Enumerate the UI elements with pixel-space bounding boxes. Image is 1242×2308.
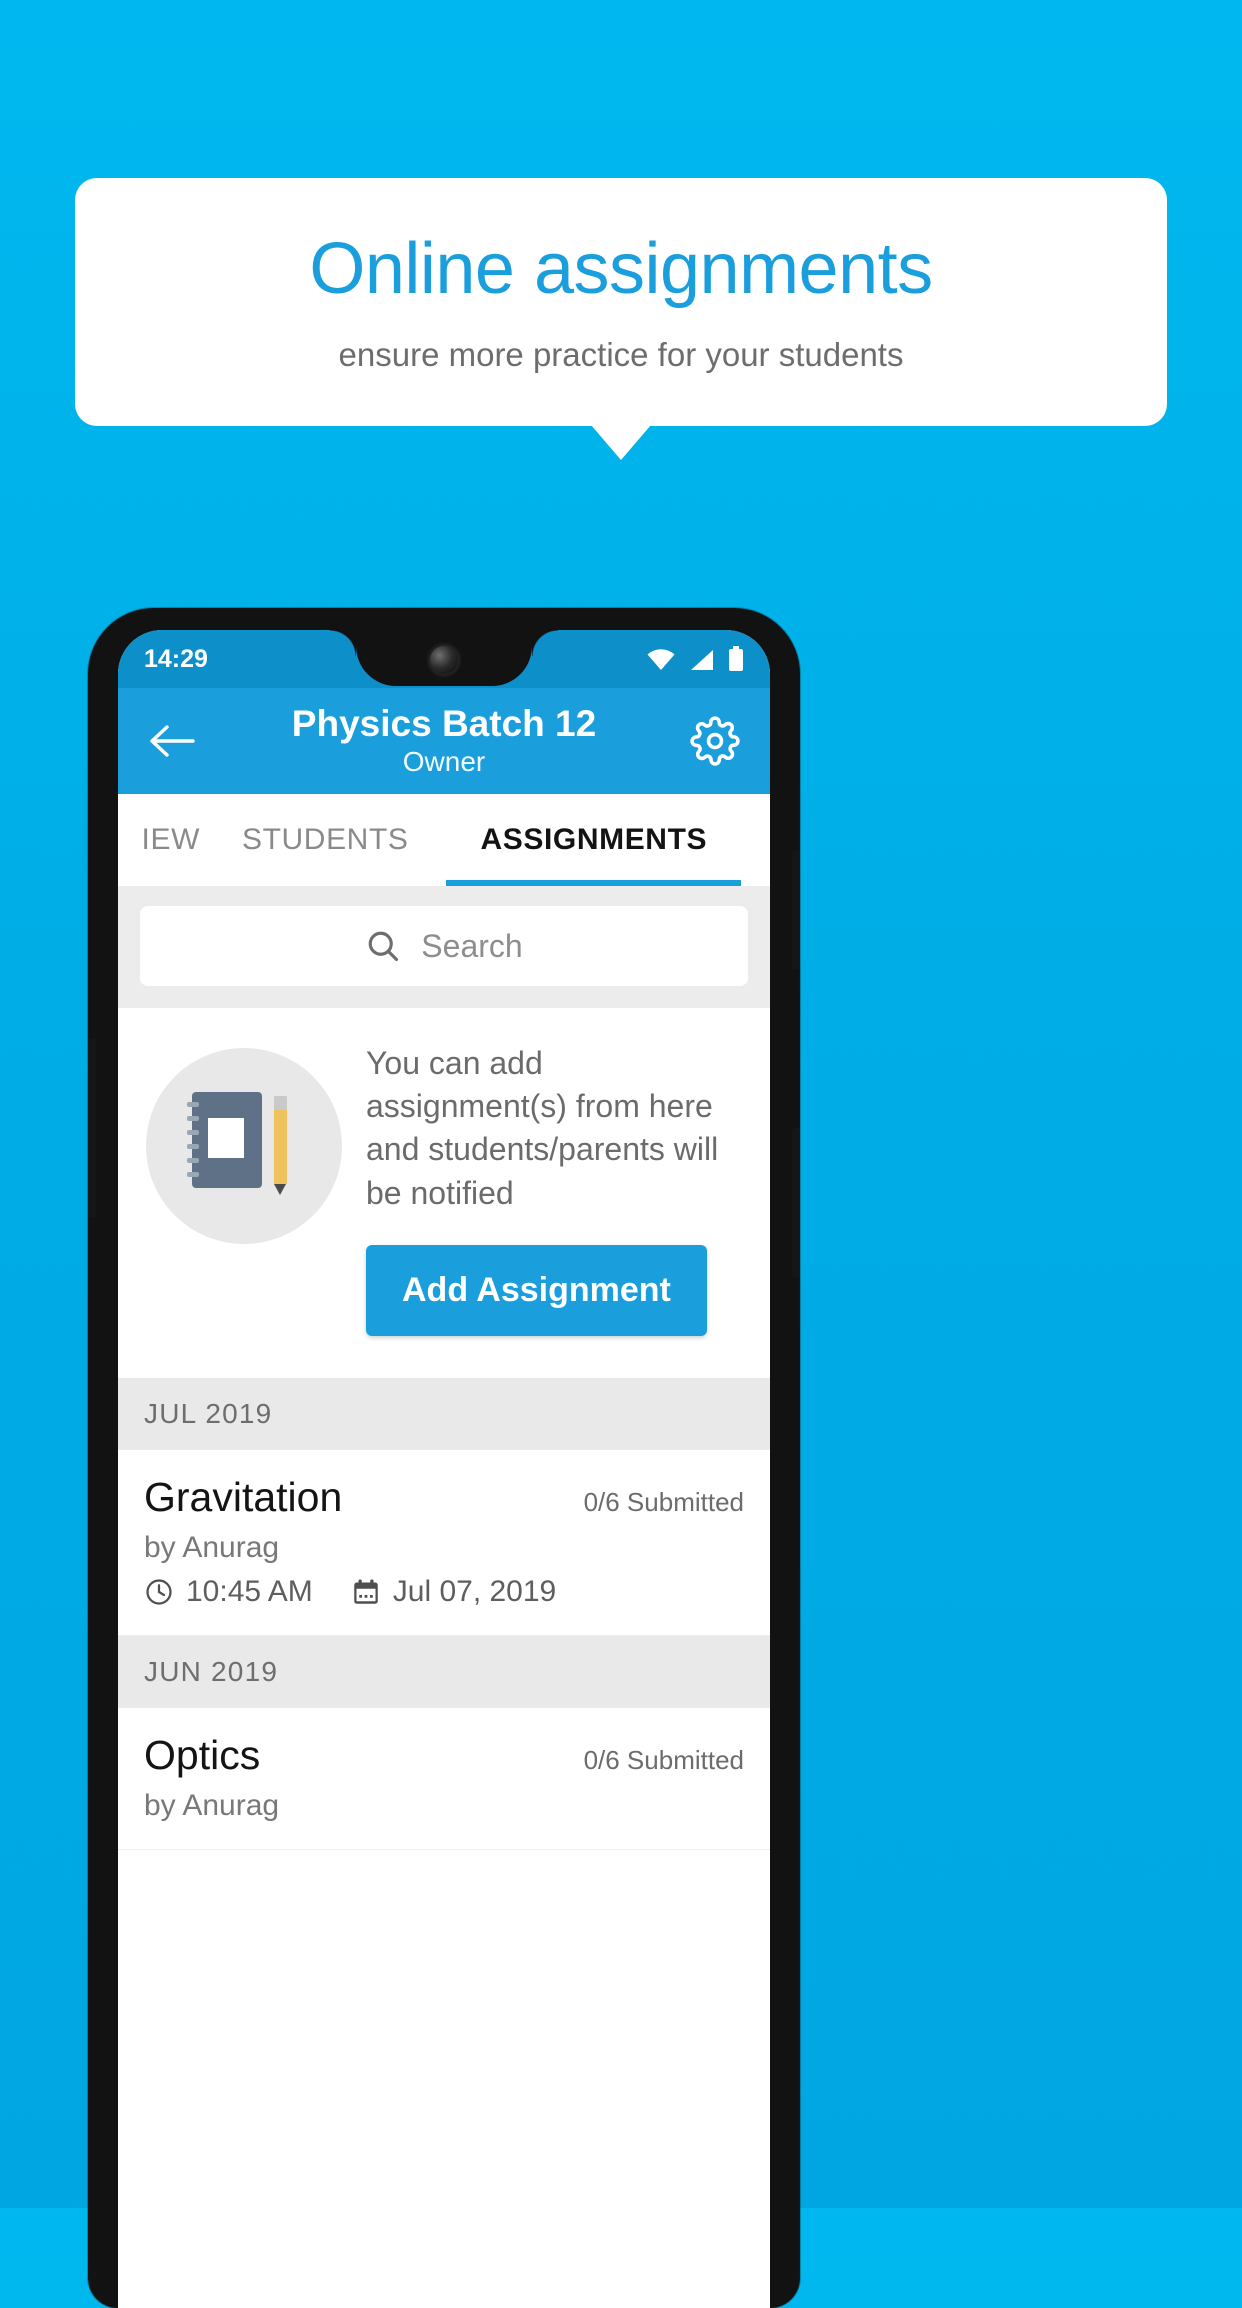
tab-students[interactable]: STUDENTS <box>204 794 446 886</box>
assignment-title: Gravitation <box>144 1473 343 1520</box>
phone-notch <box>330 630 558 686</box>
status-bar-clock: 14:29 <box>144 644 208 673</box>
table-row[interactable]: Optics 0/6 Submitted by Anurag <box>118 1707 770 1850</box>
gear-icon <box>690 716 740 766</box>
add-assignment-button[interactable]: Add Assignment <box>366 1244 707 1336</box>
tab-assignments[interactable]: ASSIGNMENTS <box>446 794 741 886</box>
front-camera-icon <box>430 646 458 674</box>
notebook-pencil-icon <box>146 1048 342 1244</box>
phone-screen: 14:29 Physics Batch 12 Owner IEW STUDENT… <box>118 630 770 2308</box>
status-badge: 0/6 Submitted <box>583 1486 744 1517</box>
search-placeholder: Search <box>421 927 523 964</box>
app-bar: Physics Batch 12 Owner <box>118 688 770 794</box>
calendar-icon <box>354 1579 378 1604</box>
tab-overview[interactable]: IEW <box>118 794 204 886</box>
assignment-author: by Anurag <box>144 1530 280 1564</box>
empty-state-content: You can add assignment(s) from here and … <box>366 1042 746 1336</box>
tab-announcements[interactable]: ANNOUNCEM <box>741 794 770 886</box>
status-bar: 14:29 <box>118 630 770 688</box>
pencil-eraser <box>274 1096 287 1110</box>
signal-icon <box>691 650 713 670</box>
assignment-title: Optics <box>144 1731 261 1778</box>
promo-callout-card: Online assignments ensure more practice … <box>75 178 1167 426</box>
status-bar-icons <box>646 646 744 672</box>
search-icon <box>368 931 399 962</box>
notebook-icon <box>187 1092 262 1188</box>
assignment-row-top: Optics 0/6 Submitted <box>144 1732 744 1779</box>
page-title: Physics Batch 12 <box>291 702 597 744</box>
back-arrow-icon <box>150 725 195 757</box>
back-button[interactable] <box>144 713 200 769</box>
phone-volume-button <box>792 850 800 970</box>
assignment-time: 10:45 AM <box>186 1574 313 1608</box>
search-input[interactable]: Search <box>140 906 748 986</box>
assignment-row-top: Gravitation 0/6 Submitted <box>144 1474 744 1521</box>
settings-button[interactable] <box>686 712 744 770</box>
phone-power-button <box>792 1128 800 1278</box>
month-header-jun: JUN 2019 <box>118 1635 770 1708</box>
table-row[interactable]: Gravitation 0/6 Submitted by Anurag 10:4… <box>118 1449 770 1636</box>
status-badge: 0/6 Submitted <box>583 1744 744 1775</box>
wifi-icon <box>647 649 675 670</box>
app-bar-title-block: Physics Batch 12 Owner <box>118 688 770 794</box>
month-header-jul: JUL 2019 <box>118 1377 770 1450</box>
phone-side-button <box>88 1038 96 1218</box>
promo-subtitle: ensure more practice for your students <box>338 335 904 373</box>
empty-state-message: You can add assignment(s) from here and … <box>366 1045 719 1211</box>
empty-state-banner: You can add assignment(s) from here and … <box>118 1008 770 1378</box>
notebook-page <box>208 1118 244 1158</box>
assignment-author: by Anurag <box>144 1788 280 1822</box>
promo-title: Online assignments <box>309 229 933 310</box>
page-subtitle: Owner <box>402 746 486 778</box>
battery-icon <box>729 646 743 671</box>
assignment-meta: 10:45 AM Jul 07, 2019 <box>144 1575 744 1609</box>
search-section: Search <box>118 886 770 1008</box>
tab-bar: IEW STUDENTS ASSIGNMENTS ANNOUNCEM <box>118 794 770 886</box>
assignment-date: Jul 07, 2019 <box>392 1574 557 1608</box>
phone-device-frame: 14:29 Physics Batch 12 Owner IEW STUDENT… <box>88 608 800 2308</box>
clock-icon <box>146 1579 172 1605</box>
promo-callout-tail <box>591 425 651 460</box>
